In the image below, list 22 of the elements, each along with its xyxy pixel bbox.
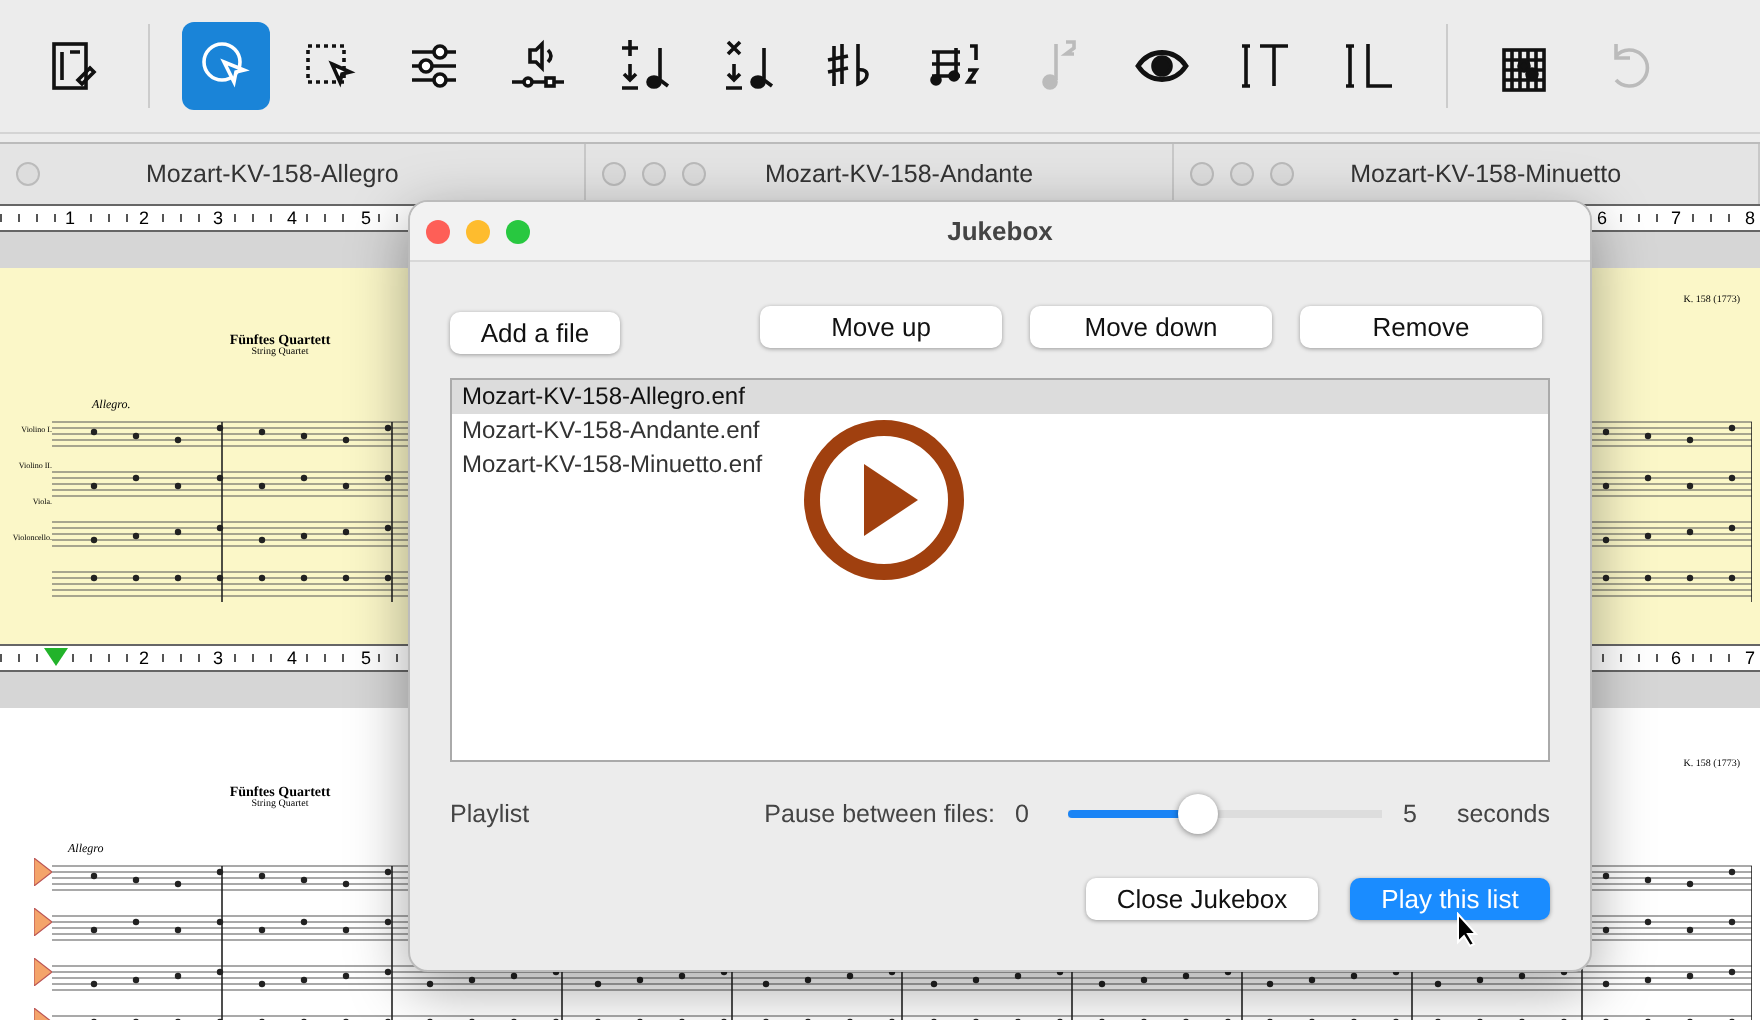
slider-min-value: 0: [1015, 800, 1029, 828]
dialog-button[interactable]: Remove: [1300, 306, 1542, 348]
slider-thumb[interactable]: [1177, 794, 1218, 834]
file-list-item[interactable]: Mozart-KV-158-Minuetto.enf: [452, 448, 1548, 482]
playlist-label: Playlist: [450, 800, 530, 828]
pause-label: Pause between files:: [764, 800, 996, 828]
file-list-item[interactable]: Mozart-KV-158-Andante.enf: [452, 414, 1548, 448]
staff-marker-icon[interactable]: [34, 908, 52, 936]
dialog-button[interactable]: Close Jukebox: [1086, 878, 1318, 920]
play-icon: [802, 418, 966, 582]
pointer-icon[interactable]: [182, 22, 270, 110]
close-window-icon[interactable]: [426, 219, 450, 243]
slider-max-value: 5: [1402, 800, 1417, 828]
staff-marker-icon[interactable]: [34, 858, 52, 886]
dialog-button[interactable]: Add a file: [450, 312, 620, 354]
mouse-pointer-icon: [1456, 912, 1480, 948]
playback-marker-icon[interactable]: [44, 648, 68, 666]
file-list-item[interactable]: Mozart-KV-158-Allegro.enf: [452, 380, 1548, 414]
staff-marker-icon[interactable]: [34, 958, 52, 986]
dialog-button[interactable]: Move down: [1030, 306, 1272, 348]
slider-unit: seconds: [1456, 800, 1550, 828]
dialog-button[interactable]: Move up: [760, 306, 1002, 348]
